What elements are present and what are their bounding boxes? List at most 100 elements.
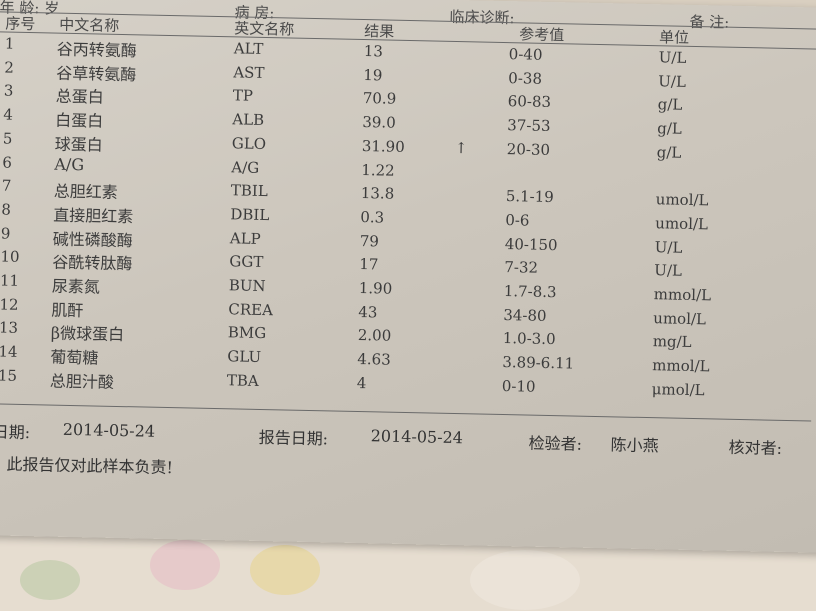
report-date-label: 报告日期:: [258, 427, 329, 449]
inspector-label: 检验者:: [528, 433, 583, 454]
row-number: 2: [4, 58, 15, 77]
reference-range: 5.1-19: [505, 187, 554, 207]
result-value: 13: [363, 42, 384, 61]
row-number: 4: [3, 105, 14, 124]
test-name-chinese: 碱性磷酸酶: [52, 229, 134, 250]
unit: U/L: [658, 71, 687, 91]
test-name-chinese: 直接胆红素: [53, 205, 134, 227]
test-code: DBIL: [230, 205, 270, 224]
test-name-chinese: β微球蛋白: [50, 323, 125, 345]
reference-range: 1.7-8.3: [503, 282, 557, 302]
row-number: 1: [4, 34, 15, 53]
test-name-chinese: 肌酐: [51, 300, 84, 320]
lab-report-sheet: 年 龄: 岁 病 房: 临床诊断: 备 注: 序号 中文名称 英文名称 结果 参…: [0, 0, 816, 553]
flower-pattern: [150, 540, 220, 590]
report-date: 2014-05-24: [370, 426, 464, 448]
test-code: ALB: [232, 110, 265, 130]
result-value: 70.9: [362, 89, 397, 109]
reference-range: 40-150: [504, 234, 558, 254]
unit: mmol/L: [653, 285, 712, 305]
test-code: GLU: [227, 347, 262, 367]
reference-range: 7-32: [504, 258, 539, 278]
abnormal-flag: ↑: [454, 138, 468, 158]
test-name-chinese: 总胆汁酸: [49, 371, 115, 392]
test-code: CREA: [228, 299, 274, 319]
test-name-chinese: 总胆红素: [53, 181, 119, 203]
row-number: 12: [0, 295, 19, 314]
flower-pattern: [250, 545, 320, 595]
row-number: 15: [0, 366, 18, 385]
unit: umol/L: [655, 190, 709, 210]
test-name-chinese: 葡萄糖: [50, 347, 99, 368]
test-name-chinese: A/G: [54, 154, 85, 174]
flower-pattern: [20, 560, 80, 600]
test-code: BMG: [227, 323, 267, 343]
result-value: 2.00: [357, 326, 392, 346]
row-number: 14: [0, 342, 18, 361]
row-number: 8: [1, 200, 12, 219]
result-value: 43: [358, 302, 378, 322]
test-name-chinese: 球蛋白: [54, 134, 103, 155]
test-code: GGT: [229, 252, 264, 272]
unit: U/L: [658, 48, 687, 67]
test-name-chinese: 谷酰转肽酶: [52, 252, 133, 274]
reference-range: 20-30: [506, 139, 551, 159]
unit: umol/L: [655, 214, 709, 234]
test-name-chinese: 总蛋白: [55, 87, 104, 108]
row-number: 3: [3, 81, 14, 101]
test-code: TBA: [226, 371, 259, 390]
reference-range: 0-6: [505, 210, 530, 230]
flower-pattern: [470, 550, 580, 610]
reference-range: 3.89-6.11: [502, 353, 575, 373]
result-value: 79: [359, 231, 380, 251]
unit: g/L: [657, 95, 683, 115]
diagnosis-fragment: 临床诊断:: [449, 7, 515, 28]
row-number: 10: [0, 247, 20, 267]
result-value: 39.0: [362, 113, 396, 132]
result-value: 13.8: [360, 184, 395, 203]
reference-range: 60-83: [507, 92, 552, 112]
unit: g/L: [656, 143, 682, 162]
disclaimer-note: 明: 此报告仅对此样本负责!: [0, 454, 174, 478]
reference-range: 0-40: [508, 45, 543, 64]
row-number: 5: [2, 129, 13, 148]
test-code: TP: [232, 86, 254, 106]
test-name-chinese: 白蛋白: [55, 110, 104, 131]
reference-range: 0-38: [508, 68, 543, 88]
test-code: GLO: [231, 134, 267, 153]
test-name-chinese: 谷草转氨酶: [56, 63, 137, 84]
footer-rule: [0, 403, 812, 422]
unit: umol/L: [653, 308, 707, 328]
reference-range: 34-80: [503, 305, 547, 325]
test-code: TBIL: [230, 181, 268, 201]
row-number: 9: [0, 224, 11, 243]
sample-date-label: 日期:: [0, 422, 31, 443]
result-value: 31.90: [361, 136, 405, 156]
test-name-chinese: 尿素氮: [51, 276, 101, 297]
test-code: ALT: [233, 39, 264, 58]
result-value: 1.90: [358, 279, 393, 298]
result-value: 4.63: [357, 350, 391, 369]
row-number: 7: [1, 176, 12, 195]
result-value: 17: [359, 255, 379, 274]
unit: g/L: [657, 119, 683, 138]
result-value: 4: [356, 373, 367, 392]
row-number: 13: [0, 318, 19, 338]
checker-label: 核对者:: [728, 437, 783, 458]
sample-date: 2014-05-24: [62, 419, 156, 441]
result-value: 19: [363, 65, 383, 85]
result-value: 0.3: [360, 207, 385, 227]
reference-range: 37-53: [507, 116, 551, 136]
unit: U/L: [654, 261, 683, 281]
unit: U/L: [654, 237, 683, 257]
reference-range: 0-10: [501, 376, 536, 396]
test-name-chinese: 谷丙转氨酶: [56, 39, 137, 61]
row-number: 6: [2, 153, 13, 172]
unit: mmol/L: [652, 356, 710, 376]
remark-fragment: 备 注:: [689, 12, 730, 32]
test-code: BUN: [228, 276, 266, 296]
results-table: 1 谷丙转氨酶 ALT 13 0-40 U/L 2 谷草转氨酶 AST 19 0-38 U/L 3 总蛋白…: [0, 0, 816, 400]
test-code: ALP: [229, 228, 261, 248]
unit: mg/L: [652, 332, 692, 352]
reference-range: 1.0-3.0: [502, 329, 556, 349]
